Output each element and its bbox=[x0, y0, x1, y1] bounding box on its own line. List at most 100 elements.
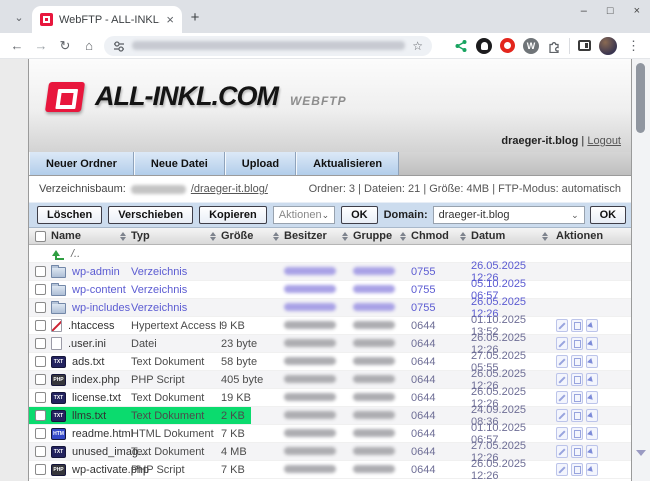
sort-icon[interactable] bbox=[273, 231, 279, 241]
sort-icon[interactable] bbox=[210, 231, 216, 241]
edit-file-icon[interactable] bbox=[556, 373, 568, 386]
domain-ok-button[interactable]: OK bbox=[589, 206, 627, 224]
download-file-icon[interactable] bbox=[586, 409, 598, 422]
scrollbar-track[interactable] bbox=[632, 59, 650, 481]
edit-file-icon[interactable] bbox=[556, 409, 568, 422]
chmod-link[interactable]: 0644 bbox=[411, 464, 435, 476]
view-file-icon[interactable] bbox=[571, 337, 583, 350]
sort-icon[interactable] bbox=[400, 231, 406, 241]
chmod-link[interactable]: 0644 bbox=[411, 320, 435, 332]
logout-link[interactable]: Logout bbox=[587, 135, 621, 147]
view-file-icon[interactable] bbox=[571, 319, 583, 332]
chmod-link[interactable]: 0755 bbox=[411, 284, 435, 296]
chmod-link[interactable]: 0644 bbox=[411, 356, 435, 368]
view-file-icon[interactable] bbox=[571, 409, 583, 422]
download-file-icon[interactable] bbox=[586, 355, 598, 368]
scrollbar-thumb[interactable] bbox=[636, 63, 645, 133]
maximize-icon[interactable]: □ bbox=[607, 5, 614, 17]
file-name-link[interactable]: wp-content bbox=[72, 284, 126, 296]
file-name-link[interactable]: wp-includes bbox=[72, 302, 130, 314]
upload-button[interactable]: Upload bbox=[224, 152, 297, 175]
file-name-link[interactable]: ads.txt bbox=[72, 356, 104, 368]
column-header-name[interactable]: Name bbox=[51, 228, 131, 244]
sort-icon[interactable] bbox=[542, 231, 548, 241]
new-folder-button[interactable]: Neuer Ordner bbox=[29, 152, 134, 175]
row-checkbox[interactable] bbox=[34, 464, 46, 475]
edit-file-icon[interactable] bbox=[556, 445, 568, 458]
download-file-icon[interactable] bbox=[586, 445, 598, 458]
row-checkbox[interactable] bbox=[34, 356, 46, 367]
new-file-button[interactable]: Neue Datei bbox=[133, 152, 225, 175]
edit-file-icon[interactable] bbox=[556, 463, 568, 476]
file-name-link[interactable]: index.php bbox=[72, 374, 120, 386]
share-icon[interactable] bbox=[454, 39, 468, 53]
file-name-link[interactable]: llms.txt bbox=[72, 410, 106, 422]
ghost-extension-icon[interactable] bbox=[476, 37, 492, 54]
new-tab-icon[interactable]: + bbox=[182, 9, 208, 26]
file-name-link[interactable]: wp-admin bbox=[72, 266, 120, 278]
tab-search-icon[interactable]: ⌄ bbox=[8, 6, 30, 28]
reload-icon[interactable]: ↻ bbox=[56, 38, 74, 54]
side-panel-icon[interactable] bbox=[578, 40, 591, 51]
edit-file-icon[interactable] bbox=[556, 355, 568, 368]
edit-file-icon[interactable] bbox=[556, 427, 568, 440]
column-header-aktionen[interactable]: Aktionen bbox=[553, 228, 633, 244]
edit-file-icon[interactable] bbox=[556, 337, 568, 350]
chmod-link[interactable]: 0644 bbox=[411, 446, 435, 458]
select-all-checkbox[interactable] bbox=[34, 230, 46, 242]
extensions-puzzle-icon[interactable] bbox=[547, 39, 561, 53]
profile-avatar[interactable] bbox=[599, 36, 617, 55]
download-file-icon[interactable] bbox=[586, 319, 598, 332]
scroll-down-icon[interactable] bbox=[636, 450, 646, 461]
column-header-gruppe[interactable]: Gruppe bbox=[353, 228, 411, 244]
row-checkbox[interactable] bbox=[34, 302, 46, 313]
download-file-icon[interactable] bbox=[586, 463, 598, 476]
home-icon[interactable]: ⌂ bbox=[80, 38, 98, 53]
bookmark-star-icon[interactable]: ☆ bbox=[412, 39, 423, 53]
file-name-link[interactable]: /.. bbox=[71, 248, 80, 260]
move-button[interactable]: Verschieben bbox=[108, 206, 194, 224]
chmod-link[interactable]: 0644 bbox=[411, 392, 435, 404]
actions-ok-button[interactable]: OK bbox=[341, 206, 378, 224]
file-name-link[interactable]: readme.html bbox=[72, 428, 133, 440]
sort-icon[interactable] bbox=[342, 231, 348, 241]
sort-icon[interactable] bbox=[460, 231, 466, 241]
address-bar[interactable]: ☆ bbox=[104, 35, 432, 56]
minimize-icon[interactable]: – bbox=[581, 5, 587, 17]
chmod-link[interactable]: 0755 bbox=[411, 266, 435, 278]
view-file-icon[interactable] bbox=[571, 355, 583, 368]
forward-icon[interactable]: → bbox=[32, 38, 50, 53]
sort-icon[interactable] bbox=[120, 231, 126, 241]
tree-path-link[interactable]: /draeger-it.blog/ bbox=[191, 183, 268, 195]
chmod-link[interactable]: 0644 bbox=[411, 374, 435, 386]
browser-menu-icon[interactable]: ⋮ bbox=[625, 38, 642, 54]
row-checkbox[interactable] bbox=[34, 320, 46, 331]
row-checkbox[interactable] bbox=[34, 338, 46, 349]
download-file-icon[interactable] bbox=[586, 373, 598, 386]
chmod-link[interactable]: 0644 bbox=[411, 338, 435, 350]
row-checkbox[interactable] bbox=[34, 284, 46, 295]
view-file-icon[interactable] bbox=[571, 373, 583, 386]
back-icon[interactable]: ← bbox=[8, 38, 26, 53]
column-header-besitzer[interactable]: Besitzer bbox=[284, 228, 353, 244]
row-checkbox[interactable] bbox=[34, 374, 46, 385]
column-header-datum[interactable]: Datum bbox=[471, 228, 553, 244]
chmod-link[interactable]: 0755 bbox=[411, 302, 435, 314]
view-file-icon[interactable] bbox=[571, 427, 583, 440]
row-checkbox[interactable] bbox=[34, 392, 46, 403]
row-checkbox[interactable] bbox=[34, 410, 46, 421]
row-checkbox[interactable] bbox=[34, 428, 46, 439]
column-header-chmod[interactable]: Chmod bbox=[411, 228, 471, 244]
column-header-gre[interactable]: Größe bbox=[221, 228, 284, 244]
chmod-link[interactable]: 0644 bbox=[411, 428, 435, 440]
download-file-icon[interactable] bbox=[586, 391, 598, 404]
file-name-link[interactable]: .user.ini bbox=[68, 338, 106, 350]
domain-select[interactable]: draeger-it.blog ⌄ bbox=[432, 206, 585, 224]
download-file-icon[interactable] bbox=[586, 337, 598, 350]
view-file-icon[interactable] bbox=[571, 445, 583, 458]
view-file-icon[interactable] bbox=[571, 463, 583, 476]
red-extension-icon[interactable] bbox=[500, 38, 515, 53]
file-name-link[interactable]: .htaccess bbox=[68, 320, 114, 332]
close-icon[interactable]: × bbox=[634, 5, 640, 17]
chmod-link[interactable]: 0644 bbox=[411, 410, 435, 422]
